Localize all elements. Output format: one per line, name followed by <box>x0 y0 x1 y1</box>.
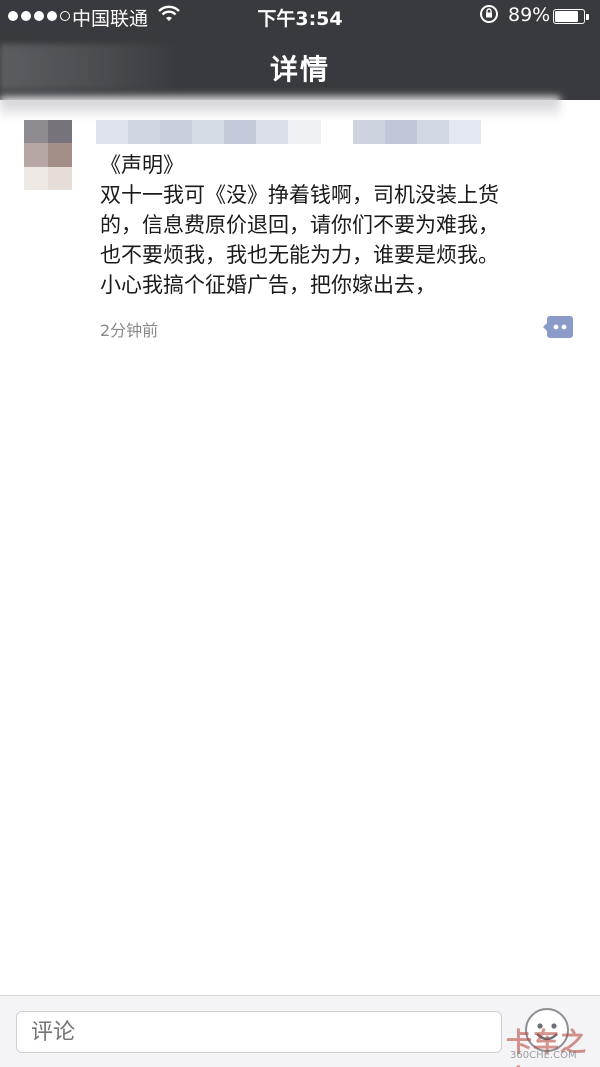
rotation-lock-icon <box>478 3 500 30</box>
status-bar: 中国联通 下午3:54 89% <box>0 0 600 34</box>
comment-bubble-icon[interactable] <box>543 316 573 338</box>
watermark-text: 卡车之家 <box>506 1028 588 1067</box>
post-timestamp: 2分钟前 <box>100 321 159 340</box>
top-bar: 中国联通 下午3:54 89% 详情 <box>0 0 600 100</box>
post-line: 《声明》 <box>100 153 184 177</box>
post-line: 双十一我可《没》挣着钱啊，司机没装上货 <box>100 183 499 207</box>
post-line: 小心我搞个征婚广告，把你嫁出去， <box>100 273 436 297</box>
navigation-bar: 详情 <box>0 34 600 100</box>
page-title: 详情 <box>269 53 330 86</box>
comment-input[interactable] <box>16 1011 502 1053</box>
watermark-logo: 卡车之家 360CHE.COM <box>506 1022 596 1067</box>
post-line: 的，信息费原价退回，请你们不要为难我， <box>100 213 499 237</box>
avatar[interactable] <box>24 120 72 190</box>
moment-detail-screen: 中国联通 下午3:54 89% 详情 《声明》 双十一我可《没》挣着钱啊，司机没… <box>0 0 600 1067</box>
blurred-region <box>0 96 560 120</box>
username-blurred[interactable] <box>96 120 481 144</box>
battery-percent: 89% <box>508 4 551 26</box>
battery-icon <box>553 9 589 24</box>
post-content: 《声明》 双十一我可《没》挣着钱啊，司机没装上货 的，信息费原价退回，请你们不要… <box>100 150 580 300</box>
watermark-subtext: 360CHE.COM <box>510 1050 577 1061</box>
post-line: 也不要烦我，我也无能为力，谁要是烦我。 <box>100 243 499 267</box>
